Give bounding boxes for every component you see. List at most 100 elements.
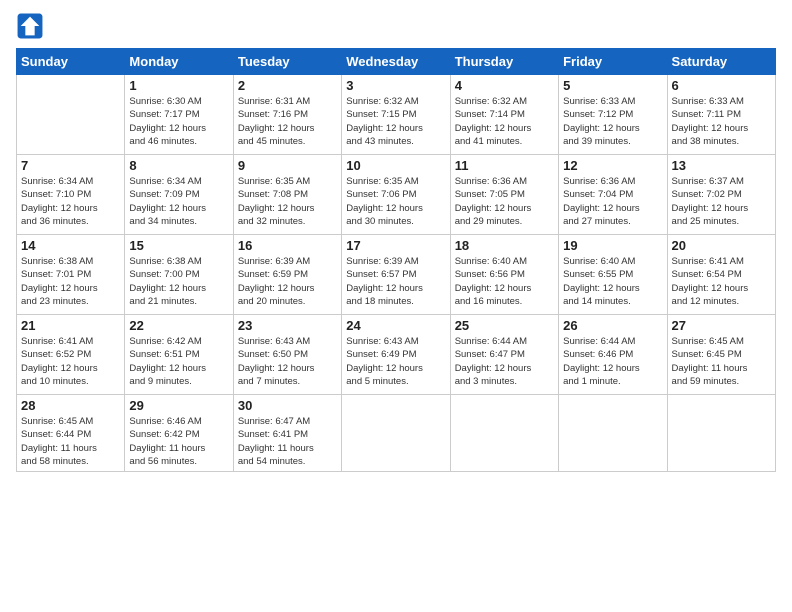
day-number: 11 xyxy=(455,158,554,173)
day-info: Sunrise: 6:32 AMSunset: 7:15 PMDaylight:… xyxy=(346,95,445,148)
day-info: Sunrise: 6:34 AMSunset: 7:09 PMDaylight:… xyxy=(129,175,228,228)
day-number: 21 xyxy=(21,318,120,333)
day-number: 3 xyxy=(346,78,445,93)
day-number: 4 xyxy=(455,78,554,93)
weekday-header-friday: Friday xyxy=(559,49,667,75)
weekday-header-monday: Monday xyxy=(125,49,233,75)
weekday-header-wednesday: Wednesday xyxy=(342,49,450,75)
day-info: Sunrise: 6:30 AMSunset: 7:17 PMDaylight:… xyxy=(129,95,228,148)
day-number: 19 xyxy=(563,238,662,253)
day-number: 2 xyxy=(238,78,337,93)
calendar-cell: 8Sunrise: 6:34 AMSunset: 7:09 PMDaylight… xyxy=(125,155,233,235)
day-info: Sunrise: 6:32 AMSunset: 7:14 PMDaylight:… xyxy=(455,95,554,148)
day-number: 15 xyxy=(129,238,228,253)
calendar: SundayMondayTuesdayWednesdayThursdayFrid… xyxy=(16,48,776,472)
calendar-cell: 26 Sunrise: 6:44 AMSunset: 6:46 PMDayligh… xyxy=(559,315,667,395)
day-info: Sunrise: 6:31 AMSunset: 7:16 PMDaylight:… xyxy=(238,95,337,148)
logo xyxy=(16,12,48,40)
day-info: Sunrise: 6:45 AMSunset: 6:44 PMDaylight:… xyxy=(21,415,120,468)
day-info: Sunrise: 6:38 AMSunset: 7:00 PMDaylight:… xyxy=(129,255,228,308)
calendar-cell: 23 Sunrise: 6:43 AMSunset: 6:50 PMDayligh… xyxy=(233,315,341,395)
calendar-cell: 28 Sunrise: 6:45 AMSunset: 6:44 PMDayligh… xyxy=(17,395,125,472)
day-info: Sunrise: 6:47 AMSunset: 6:41 PMDaylight:… xyxy=(238,415,337,468)
day-number: 28 xyxy=(21,398,120,413)
calendar-cell: 9Sunrise: 6:35 AMSunset: 7:08 PMDaylight… xyxy=(233,155,341,235)
day-number: 26 xyxy=(563,318,662,333)
day-info: Sunrise: 6:46 AMSunset: 6:42 PMDaylight:… xyxy=(129,415,228,468)
day-info: Sunrise: 6:40 AMSunset: 6:56 PMDaylight:… xyxy=(455,255,554,308)
day-number: 16 xyxy=(238,238,337,253)
calendar-cell: 27 Sunrise: 6:45 AMSunset: 6:45 PMDayligh… xyxy=(667,315,775,395)
calendar-cell: 22 Sunrise: 6:42 AMSunset: 6:51 PMDayligh… xyxy=(125,315,233,395)
calendar-cell: 25 Sunrise: 6:44 AMSunset: 6:47 PMDayligh… xyxy=(450,315,558,395)
calendar-cell: 11 Sunrise: 6:36 AMSunset: 7:05 PMDayligh… xyxy=(450,155,558,235)
day-info: Sunrise: 6:42 AMSunset: 6:51 PMDaylight:… xyxy=(129,335,228,388)
day-info: Sunrise: 6:36 AMSunset: 7:04 PMDaylight:… xyxy=(563,175,662,228)
day-info: Sunrise: 6:43 AMSunset: 6:49 PMDaylight:… xyxy=(346,335,445,388)
calendar-body: 1 Sunrise: 6:30 AMSunset: 7:17 PMDaylight… xyxy=(17,75,776,472)
calendar-cell: 24 Sunrise: 6:43 AMSunset: 6:49 PMDayligh… xyxy=(342,315,450,395)
week-row-2: 7 Sunrise: 6:34 AMSunset: 7:10 PMDaylight… xyxy=(17,155,776,235)
day-number: 29 xyxy=(129,398,228,413)
day-info: Sunrise: 6:43 AMSunset: 6:50 PMDaylight:… xyxy=(238,335,337,388)
weekday-header-thursday: Thursday xyxy=(450,49,558,75)
day-number: 30 xyxy=(238,398,337,413)
weekday-header-sunday: Sunday xyxy=(17,49,125,75)
day-info: Sunrise: 6:44 AMSunset: 6:47 PMDaylight:… xyxy=(455,335,554,388)
day-number: 22 xyxy=(129,318,228,333)
calendar-header: SundayMondayTuesdayWednesdayThursdayFrid… xyxy=(17,49,776,75)
calendar-cell xyxy=(450,395,558,472)
week-row-3: 14Sunrise: 6:38 AMSunset: 7:01 PMDayligh… xyxy=(17,235,776,315)
day-info: Sunrise: 6:40 AMSunset: 6:55 PMDaylight:… xyxy=(563,255,662,308)
day-info: Sunrise: 6:37 AMSunset: 7:02 PMDaylight:… xyxy=(672,175,771,228)
calendar-cell: 16 Sunrise: 6:39 AMSunset: 6:59 PMDayligh… xyxy=(233,235,341,315)
day-number: 20 xyxy=(672,238,771,253)
day-info: Sunrise: 6:45 AMSunset: 6:45 PMDaylight:… xyxy=(672,335,771,388)
calendar-cell: 20 Sunrise: 6:41 AMSunset: 6:54 PMDayligh… xyxy=(667,235,775,315)
day-info: Sunrise: 6:34 AMSunset: 7:10 PMDaylight:… xyxy=(21,175,120,228)
calendar-cell: 2 Sunrise: 6:31 AMSunset: 7:16 PMDaylight… xyxy=(233,75,341,155)
calendar-cell xyxy=(17,75,125,155)
calendar-cell: 19 Sunrise: 6:40 AMSunset: 6:55 PMDayligh… xyxy=(559,235,667,315)
calendar-cell: 21 Sunrise: 6:41 AMSunset: 6:52 PMDayligh… xyxy=(17,315,125,395)
calendar-cell: 14Sunrise: 6:38 AMSunset: 7:01 PMDayligh… xyxy=(17,235,125,315)
weekday-header-saturday: Saturday xyxy=(667,49,775,75)
day-info: Sunrise: 6:35 AMSunset: 7:06 PMDaylight:… xyxy=(346,175,445,228)
week-row-4: 21 Sunrise: 6:41 AMSunset: 6:52 PMDayligh… xyxy=(17,315,776,395)
weekday-header-tuesday: Tuesday xyxy=(233,49,341,75)
day-number: 14 xyxy=(21,238,120,253)
day-info: Sunrise: 6:41 AMSunset: 6:52 PMDaylight:… xyxy=(21,335,120,388)
calendar-cell xyxy=(559,395,667,472)
day-number: 7 xyxy=(21,158,120,173)
day-info: Sunrise: 6:41 AMSunset: 6:54 PMDaylight:… xyxy=(672,255,771,308)
day-info: Sunrise: 6:36 AMSunset: 7:05 PMDaylight:… xyxy=(455,175,554,228)
calendar-cell: 1 Sunrise: 6:30 AMSunset: 7:17 PMDaylight… xyxy=(125,75,233,155)
day-info: Sunrise: 6:39 AMSunset: 6:59 PMDaylight:… xyxy=(238,255,337,308)
day-number: 18 xyxy=(455,238,554,253)
calendar-cell: 12 Sunrise: 6:36 AMSunset: 7:04 PMDayligh… xyxy=(559,155,667,235)
calendar-cell xyxy=(342,395,450,472)
day-info: Sunrise: 6:39 AMSunset: 6:57 PMDaylight:… xyxy=(346,255,445,308)
day-info: Sunrise: 6:35 AMSunset: 7:08 PMDaylight:… xyxy=(238,175,337,228)
day-number: 17 xyxy=(346,238,445,253)
calendar-cell: 7 Sunrise: 6:34 AMSunset: 7:10 PMDaylight… xyxy=(17,155,125,235)
day-number: 10 xyxy=(346,158,445,173)
calendar-cell xyxy=(667,395,775,472)
calendar-cell: 30 Sunrise: 6:47 AMSunset: 6:41 PMDayligh… xyxy=(233,395,341,472)
weekday-header-row: SundayMondayTuesdayWednesdayThursdayFrid… xyxy=(17,49,776,75)
logo-icon xyxy=(16,12,44,40)
day-number: 1 xyxy=(129,78,228,93)
calendar-cell: 10 Sunrise: 6:35 AMSunset: 7:06 PMDayligh… xyxy=(342,155,450,235)
calendar-cell: 17 Sunrise: 6:39 AMSunset: 6:57 PMDayligh… xyxy=(342,235,450,315)
day-info: Sunrise: 6:33 AMSunset: 7:12 PMDaylight:… xyxy=(563,95,662,148)
day-number: 6 xyxy=(672,78,771,93)
day-info: Sunrise: 6:44 AMSunset: 6:46 PMDaylight:… xyxy=(563,335,662,388)
day-number: 24 xyxy=(346,318,445,333)
day-number: 12 xyxy=(563,158,662,173)
day-number: 27 xyxy=(672,318,771,333)
calendar-cell: 6Sunrise: 6:33 AMSunset: 7:11 PMDaylight… xyxy=(667,75,775,155)
day-number: 25 xyxy=(455,318,554,333)
day-number: 23 xyxy=(238,318,337,333)
page: SundayMondayTuesdayWednesdayThursdayFrid… xyxy=(0,0,792,612)
calendar-cell: 3 Sunrise: 6:32 AMSunset: 7:15 PMDaylight… xyxy=(342,75,450,155)
